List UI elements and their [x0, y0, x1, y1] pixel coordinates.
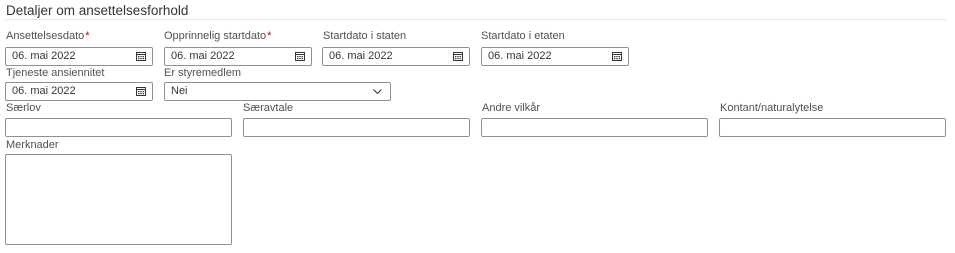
- startdato-etaten-label: Startdato i etaten: [481, 30, 565, 42]
- startdato-etaten-datepicker[interactable]: 06. mai 2022: [481, 47, 629, 66]
- ansettelsesdato-label: Ansettelsesdato*: [6, 30, 90, 42]
- section-divider: [5, 19, 946, 20]
- startdato-etaten-value[interactable]: 06. mai 2022: [488, 50, 552, 62]
- tjeneste-ansiennitet-value[interactable]: 06. mai 2022: [12, 85, 76, 97]
- ansettelsesdato-value[interactable]: 06. mai 2022: [12, 50, 76, 62]
- kontant-naturalytelse-label: Kontant/naturalytelse: [720, 102, 824, 114]
- saeravtale-label: Særavtale: [243, 102, 294, 114]
- section-title: Detaljer om ansettelsesforhold: [6, 3, 189, 18]
- opprinnelig-startdato-datepicker[interactable]: 06. mai 2022: [164, 47, 312, 66]
- startdato-staten-label: Startdato i staten: [323, 30, 407, 42]
- required-asterisk: *: [267, 30, 272, 42]
- calendar-icon[interactable]: [136, 87, 146, 96]
- andre-vilkar-label: Andre vilkår: [482, 102, 541, 114]
- andre-vilkar-input[interactable]: [481, 118, 708, 137]
- opprinnelig-startdato-label: Opprinnelig startdato*: [164, 30, 272, 42]
- merknader-label: Merknader: [6, 139, 59, 151]
- required-asterisk: *: [85, 30, 90, 42]
- calendar-icon[interactable]: [136, 52, 146, 61]
- er-styremedlem-value[interactable]: Nei: [171, 85, 188, 97]
- calendar-icon[interactable]: [295, 52, 305, 61]
- calendar-icon[interactable]: [453, 52, 463, 61]
- merknader-textarea[interactable]: [5, 154, 232, 245]
- kontant-naturalytelse-input[interactable]: [719, 118, 946, 137]
- tjeneste-ansiennitet-datepicker[interactable]: 06. mai 2022: [5, 82, 153, 101]
- opprinnelig-startdato-value[interactable]: 06. mai 2022: [171, 50, 235, 62]
- ansettelsesdato-datepicker[interactable]: 06. mai 2022: [5, 47, 153, 66]
- chevron-down-icon[interactable]: [372, 87, 383, 96]
- saerlov-label: Særlov: [6, 102, 41, 114]
- er-styremedlem-select[interactable]: Nei: [164, 82, 391, 101]
- er-styremedlem-label: Er styremedlem: [164, 67, 242, 79]
- tjeneste-ansiennitet-label: Tjeneste ansiennitet: [6, 67, 105, 79]
- startdato-staten-datepicker[interactable]: 06. mai 2022: [322, 47, 470, 66]
- calendar-icon[interactable]: [612, 52, 622, 61]
- saeravtale-input[interactable]: [243, 118, 470, 137]
- saerlov-input[interactable]: [5, 118, 232, 137]
- startdato-staten-value[interactable]: 06. mai 2022: [329, 50, 393, 62]
